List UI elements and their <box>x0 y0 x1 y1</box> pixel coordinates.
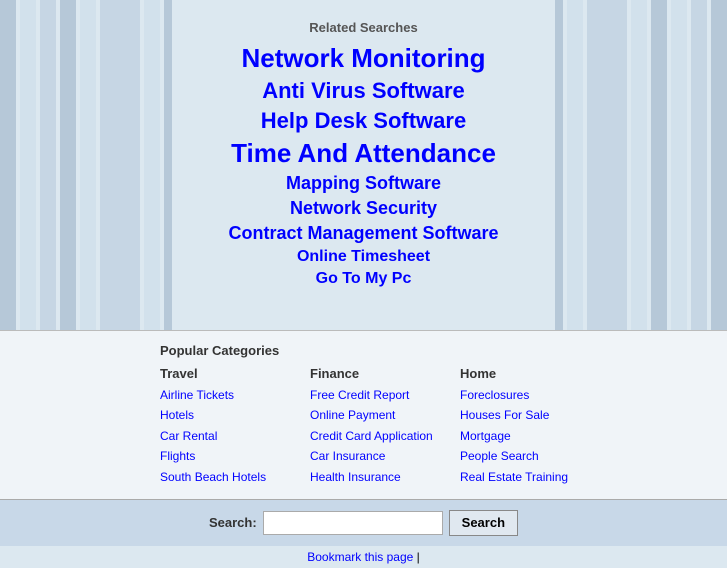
search-label: Search: <box>209 515 257 530</box>
link-anti-virus[interactable]: Anti Virus Software <box>104 78 624 104</box>
stripe-3 <box>40 0 56 330</box>
link-network-monitoring[interactable]: Network Monitoring <box>104 43 624 74</box>
link-real-estate[interactable]: Real Estate Training <box>460 467 590 487</box>
home-header: Home <box>460 366 590 381</box>
search-input[interactable] <box>263 511 443 535</box>
search-button[interactable]: Search <box>449 510 518 536</box>
category-travel: Travel Airline Tickets Hotels Car Rental… <box>160 366 290 487</box>
stripe-1 <box>0 0 16 330</box>
link-car-insurance[interactable]: Car Insurance <box>310 446 440 466</box>
stripe-r7 <box>691 0 707 330</box>
link-network-security[interactable]: Network Security <box>104 198 624 219</box>
link-online-timesheet[interactable]: Online Timesheet <box>104 248 624 266</box>
categories-grid: Travel Airline Tickets Hotels Car Rental… <box>160 366 707 487</box>
stripe-r6 <box>671 0 687 330</box>
related-searches-title: Related Searches <box>104 20 624 35</box>
stripe-5 <box>80 0 96 330</box>
link-online-payment[interactable]: Online Payment <box>310 405 440 425</box>
link-hotels[interactable]: Hotels <box>160 405 290 425</box>
stripe-r8 <box>711 0 727 330</box>
center-content: Related Searches Network Monitoring Anti… <box>104 10 624 292</box>
link-mapping-software[interactable]: Mapping Software <box>104 173 624 194</box>
link-time-attendance[interactable]: Time And Attendance <box>104 138 624 169</box>
popular-categories-title: Popular Categories <box>160 343 707 358</box>
stripe-4 <box>60 0 76 330</box>
link-houses-for-sale[interactable]: Houses For Sale <box>460 405 590 425</box>
bookmark-separator: | <box>417 550 420 564</box>
link-go-to-my-pc[interactable]: Go To My Pc <box>104 270 624 288</box>
link-health-insurance[interactable]: Health Insurance <box>310 467 440 487</box>
link-airline-tickets[interactable]: Airline Tickets <box>160 385 290 405</box>
link-foreclosures[interactable]: Foreclosures <box>460 385 590 405</box>
link-mortgage[interactable]: Mortgage <box>460 426 590 446</box>
link-flights[interactable]: Flights <box>160 446 290 466</box>
bookmark-link[interactable]: Bookmark this page <box>307 550 413 564</box>
popular-section: Popular Categories Travel Airline Ticket… <box>0 330 727 499</box>
page-wrapper: Related Searches Network Monitoring Anti… <box>0 0 727 568</box>
stripe-r5 <box>651 0 667 330</box>
search-bar: Search: Search <box>0 499 727 546</box>
travel-header: Travel <box>160 366 290 381</box>
link-help-desk[interactable]: Help Desk Software <box>104 108 624 134</box>
link-car-rental[interactable]: Car Rental <box>160 426 290 446</box>
link-credit-card[interactable]: Credit Card Application <box>310 426 440 446</box>
top-section: Related Searches Network Monitoring Anti… <box>0 0 727 330</box>
finance-header: Finance <box>310 366 440 381</box>
link-contract-management[interactable]: Contract Management Software <box>104 223 624 244</box>
category-home: Home Foreclosures Houses For Sale Mortga… <box>460 366 590 487</box>
stripe-r4 <box>631 0 647 330</box>
link-people-search[interactable]: People Search <box>460 446 590 466</box>
bookmark-bar: Bookmark this page | <box>0 546 727 568</box>
link-free-credit[interactable]: Free Credit Report <box>310 385 440 405</box>
link-south-beach[interactable]: South Beach Hotels <box>160 467 290 487</box>
stripe-2 <box>20 0 36 330</box>
category-finance: Finance Free Credit Report Online Paymen… <box>310 366 440 487</box>
